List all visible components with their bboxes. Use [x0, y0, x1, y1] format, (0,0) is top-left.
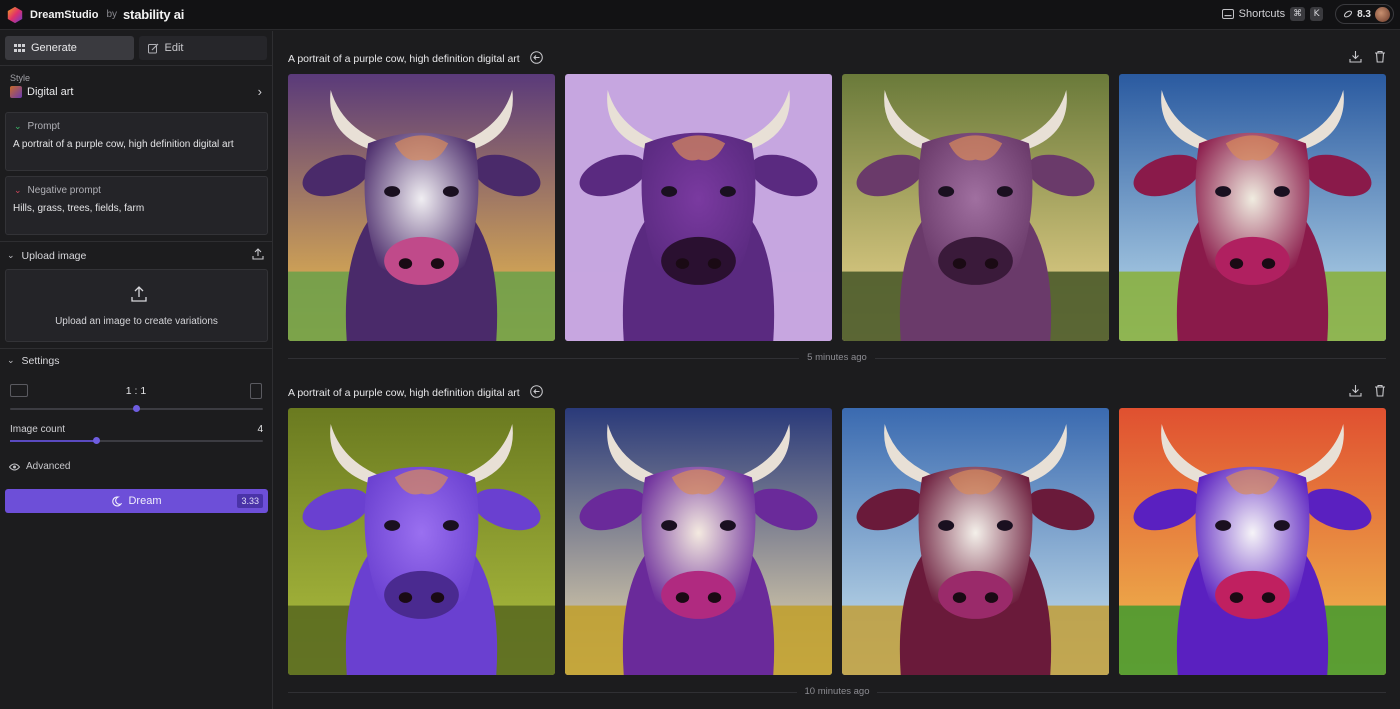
aspect-ratio-slider[interactable] — [10, 405, 263, 412]
top-bar: DreamStudio by stability ai Shortcuts ⌘ … — [0, 0, 1400, 30]
negative-prompt-text[interactable]: Hills, grass, trees, fields, farm — [13, 203, 144, 214]
aspect-ratio-slider-handle[interactable] — [133, 405, 140, 412]
batch-prompt: A portrait of a purple cow, high definit… — [288, 53, 520, 65]
negative-prompt-field[interactable]: ⌄ Negative prompt Hills, grass, trees, fi… — [5, 176, 268, 235]
keyboard-icon — [1221, 9, 1234, 19]
upload-title: Upload image — [21, 249, 87, 262]
batch-timestamp: 5 minutes ago — [799, 352, 875, 363]
shortcut-key-k: K — [1310, 7, 1324, 21]
generated-image[interactable] — [565, 74, 832, 341]
image-count-slider-fill — [10, 440, 97, 442]
style-title: Style — [10, 73, 31, 83]
trash-icon[interactable] — [1374, 50, 1386, 63]
negative-prompt-label: Negative prompt — [27, 185, 101, 196]
credits-badge[interactable]: 8.3 — [1335, 4, 1394, 24]
upload-icon[interactable] — [252, 248, 264, 260]
sidebar: Generate Edit Style Digital art › ⌄ Promp… — [0, 31, 273, 709]
brand-name: stability ai — [123, 7, 185, 22]
reuse-prompt-icon[interactable] — [530, 51, 543, 64]
dream-cost-badge: 3.33 — [237, 494, 263, 508]
style-thumbnail — [10, 86, 22, 98]
shortcuts-button[interactable]: Shortcuts ⌘ K — [1218, 7, 1327, 21]
style-value: Digital art — [27, 86, 74, 98]
generated-image[interactable] — [288, 408, 555, 675]
logo[interactable]: DreamStudio by stability ai — [6, 6, 184, 24]
reuse-prompt-icon[interactable] — [530, 385, 543, 398]
eye-icon — [9, 463, 20, 470]
generated-image[interactable] — [565, 408, 832, 675]
download-icon[interactable] — [1349, 50, 1362, 63]
aspect-ratio-control: 1 : 1 — [10, 383, 262, 399]
upload-image-header[interactable]: ⌄ Upload image — [0, 241, 272, 269]
chevron-down-icon: ⌄ — [14, 185, 22, 195]
chevron-down-icon: ⌄ — [14, 121, 22, 131]
results-panel: A portrait of a purple cow, high definit… — [274, 31, 1400, 709]
dreamstudio-logo-icon — [7, 6, 23, 23]
advanced-label: Advanced — [26, 461, 71, 472]
tab-generate[interactable]: Generate — [5, 36, 134, 60]
portrait-ratio-icon[interactable] — [250, 383, 262, 399]
settings-title: Settings — [21, 354, 60, 367]
tab-edit[interactable]: Edit — [138, 36, 267, 60]
tab-edit-label: Edit — [164, 42, 184, 54]
app-name: DreamStudio — [30, 8, 99, 21]
tab-generate-label: Generate — [31, 42, 77, 54]
image-count-value: 4 — [257, 424, 263, 435]
dream-button[interactable]: Dream 3.33 — [5, 489, 268, 513]
shortcut-key-cmd: ⌘ — [1290, 7, 1306, 21]
generated-image[interactable] — [842, 408, 1109, 675]
chevron-down-icon: ⌄ — [7, 355, 15, 365]
shortcuts-label: Shortcuts — [1238, 8, 1286, 20]
upload-dropzone[interactable]: Upload an image to create variations — [5, 269, 268, 342]
generated-image[interactable] — [842, 74, 1109, 341]
generated-image[interactable] — [288, 74, 555, 341]
avatar[interactable] — [1375, 6, 1390, 22]
credits-icon — [1344, 10, 1353, 18]
download-icon[interactable] — [1349, 384, 1362, 397]
upload-hint: Upload an image to create variations — [55, 316, 218, 327]
image-count-slider[interactable] — [10, 437, 263, 444]
moon-icon — [112, 495, 123, 506]
edit-icon — [147, 43, 158, 53]
settings-header[interactable]: ⌄ Settings — [0, 348, 272, 372]
image-count-slider-handle[interactable] — [92, 437, 100, 444]
image-count-row: Image count 4 — [10, 424, 263, 435]
batch-timestamp: 10 minutes ago — [796, 686, 878, 697]
generated-image[interactable] — [1119, 408, 1386, 675]
batch-prompt: A portrait of a purple cow, high definit… — [288, 387, 520, 399]
generated-image[interactable] — [1119, 74, 1386, 341]
trash-icon[interactable] — [1374, 384, 1386, 397]
prompt-text[interactable]: A portrait of a purple cow, high definit… — [13, 139, 234, 150]
aspect-ratio-value: 1 : 1 — [125, 385, 147, 397]
chevron-down-icon: ⌄ — [7, 250, 15, 260]
upload-icon — [131, 286, 147, 302]
prompt-field[interactable]: ⌄ Prompt A portrait of a purple cow, high… — [5, 112, 268, 171]
credits-value: 8.3 — [1357, 8, 1371, 20]
advanced-toggle[interactable]: Advanced — [9, 461, 70, 472]
chevron-right-icon: › — [257, 84, 262, 99]
by-text: by — [106, 9, 118, 20]
image-count-label: Image count — [10, 424, 66, 435]
dream-label: Dream — [128, 495, 162, 507]
grid-icon — [14, 43, 25, 52]
style-selector[interactable]: Style Digital art › — [0, 65, 272, 107]
prompt-label: Prompt — [27, 121, 60, 132]
